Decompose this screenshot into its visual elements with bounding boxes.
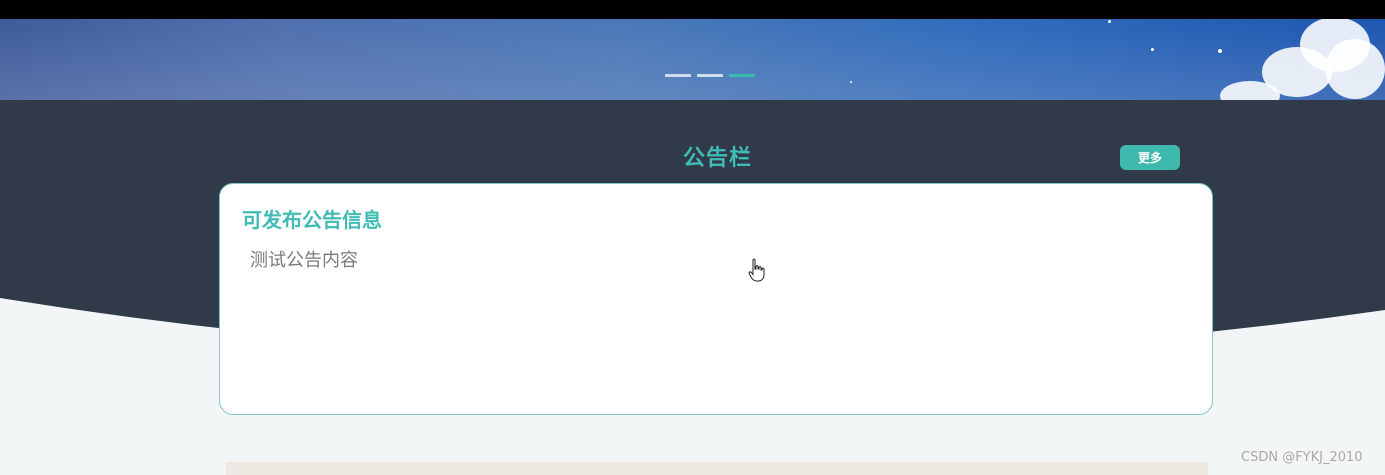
- carousel-dot-3-active[interactable]: [729, 74, 755, 77]
- next-section-block: [226, 462, 1208, 475]
- top-black-bar: [0, 0, 1385, 19]
- hand-pointer-icon: [748, 258, 765, 282]
- watermark-text: CSDN @FYKJ_2010: [1241, 450, 1363, 465]
- notice-title[interactable]: 可发布公告信息: [242, 204, 382, 233]
- star-icon: [1218, 49, 1222, 53]
- carousel-dot-2[interactable]: [697, 74, 723, 77]
- more-button[interactable]: 更多: [1120, 145, 1180, 170]
- star-icon: [1108, 20, 1111, 23]
- star-icon: [850, 81, 852, 83]
- cloud-icon: [1325, 39, 1385, 99]
- notice-card[interactable]: 可发布公告信息 测试公告内容: [219, 183, 1213, 415]
- star-icon: [1151, 48, 1154, 51]
- notice-content: 测试公告内容: [250, 250, 358, 271]
- carousel-indicators: [665, 74, 755, 78]
- carousel-dot-1[interactable]: [665, 74, 691, 77]
- hero-banner: [0, 19, 1385, 101]
